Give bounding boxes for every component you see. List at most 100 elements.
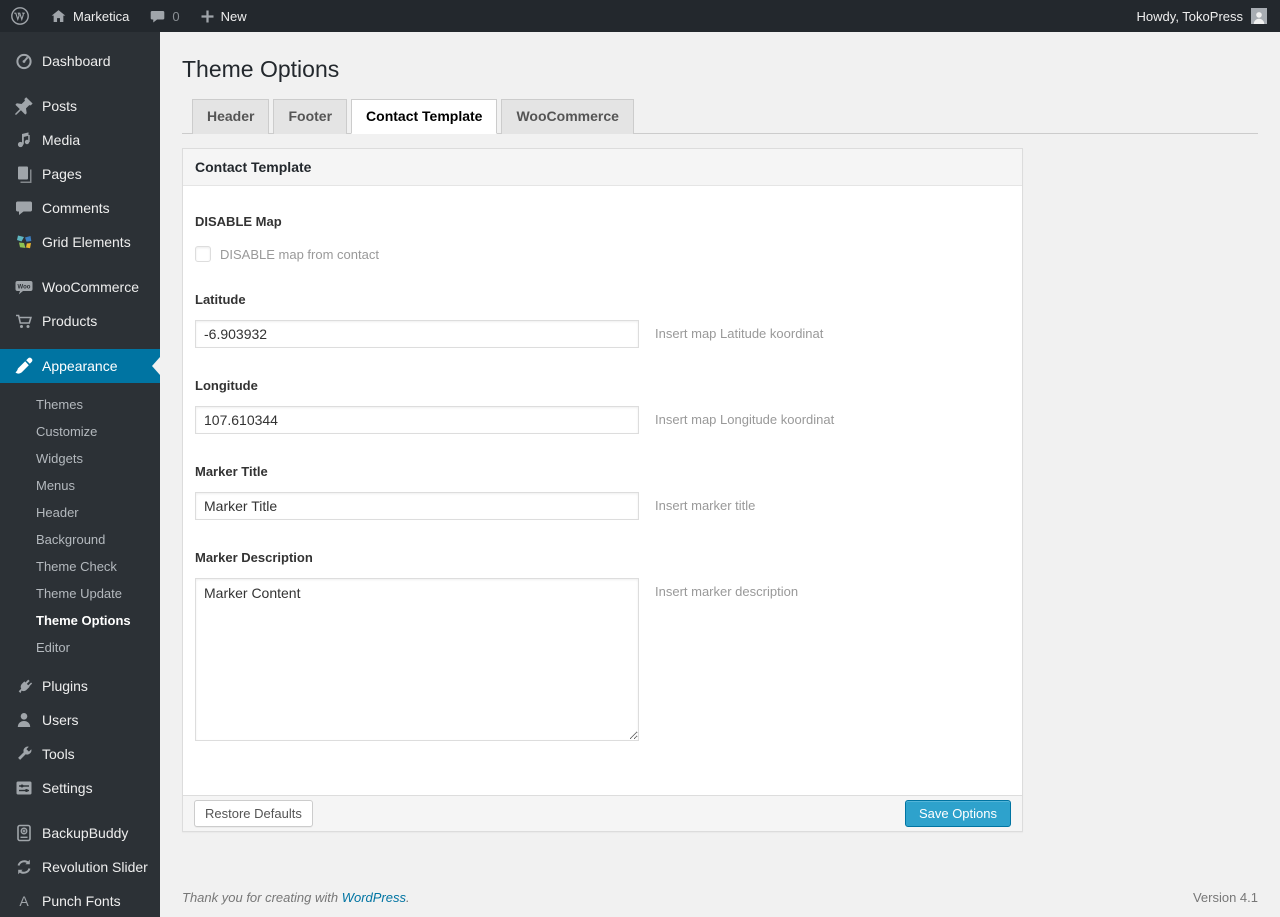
restore-defaults-button[interactable]: Restore Defaults bbox=[194, 799, 313, 827]
appearance-submenu: Themes Customize Widgets Menus Header Ba… bbox=[0, 383, 160, 669]
disable-map-label: DISABLE Map bbox=[195, 214, 282, 229]
longitude-hint: Insert map Longitude koordinat bbox=[655, 412, 835, 427]
wrench-icon bbox=[14, 744, 34, 764]
submenu-item-theme-check[interactable]: Theme Check bbox=[0, 553, 160, 580]
submenu-item-editor[interactable]: Editor bbox=[0, 634, 160, 661]
marker-title-label: Marker Title bbox=[195, 464, 268, 479]
save-options-button[interactable]: Save Options bbox=[904, 799, 1011, 827]
sidebar-item-pages[interactable]: Pages bbox=[0, 157, 160, 191]
latitude-input[interactable] bbox=[195, 320, 639, 348]
sidebar-item-dashboard[interactable]: Dashboard bbox=[0, 44, 160, 78]
sidebar-item-label: Revolution Slider bbox=[42, 859, 148, 875]
sidebar-item-tools[interactable]: Tools bbox=[0, 737, 160, 771]
backupbuddy-icon bbox=[14, 823, 34, 843]
sidebar-item-label: Plugins bbox=[42, 678, 88, 694]
sidebar-item-label: Users bbox=[42, 712, 79, 728]
contact-template-panel: Contact Template DISABLE Map DISABLE map… bbox=[182, 148, 1023, 832]
tab-woocommerce[interactable]: WooCommerce bbox=[501, 99, 634, 134]
wordpress-logo[interactable] bbox=[0, 0, 40, 32]
dashboard-icon bbox=[14, 51, 34, 71]
longitude-input[interactable] bbox=[195, 406, 639, 434]
version-text: Version 4.1 bbox=[1192, 890, 1258, 905]
sidebar-item-products[interactable]: Products bbox=[0, 304, 160, 338]
submenu-item-customize[interactable]: Customize bbox=[0, 418, 160, 445]
submenu-item-menus[interactable]: Menus bbox=[0, 472, 160, 499]
disable-map-checkbox[interactable] bbox=[195, 246, 211, 262]
panel-body: DISABLE Map DISABLE map from contact Lat… bbox=[183, 186, 1022, 795]
site-menu[interactable]: Marketica bbox=[40, 0, 139, 32]
marker-title-section: Marker Title Insert marker title bbox=[195, 464, 1010, 520]
home-icon bbox=[51, 9, 66, 22]
settings-icon bbox=[14, 778, 34, 798]
marker-description-section: Marker Description Marker Content Insert… bbox=[195, 550, 1010, 741]
sidebar-item-revolution-slider[interactable]: Revolution Slider bbox=[0, 850, 160, 884]
submenu-item-background[interactable]: Background bbox=[0, 526, 160, 553]
latitude-hint: Insert map Latitude koordinat bbox=[655, 326, 824, 341]
marker-title-input[interactable] bbox=[195, 492, 639, 520]
comment-bubble-icon bbox=[151, 10, 165, 22]
avatar bbox=[1251, 8, 1267, 24]
marker-description-label: Marker Description bbox=[195, 550, 313, 565]
submenu-item-theme-options[interactable]: Theme Options bbox=[0, 607, 160, 634]
grid-elements-icon bbox=[14, 232, 34, 252]
pages-icon bbox=[14, 164, 34, 184]
submenu-item-themes[interactable]: Themes bbox=[0, 391, 160, 418]
sidebar-item-users[interactable]: Users bbox=[0, 703, 160, 737]
pushpin-icon bbox=[14, 96, 34, 116]
sidebar-item-posts[interactable]: Posts bbox=[0, 89, 160, 123]
tab-header[interactable]: Header bbox=[192, 99, 270, 134]
comment-count: 0 bbox=[172, 8, 180, 24]
sidebar-item-media[interactable]: Media bbox=[0, 123, 160, 157]
panel-footer: Restore Defaults Save Options bbox=[183, 795, 1022, 831]
account-menu[interactable]: Howdy, TokoPress bbox=[1137, 0, 1280, 32]
disable-map-checkbox-label[interactable]: DISABLE map from contact bbox=[220, 247, 379, 262]
svg-text:A: A bbox=[19, 893, 29, 909]
comments-shortcut[interactable]: 0 bbox=[139, 0, 189, 32]
sidebar: Dashboard Posts Media Pages Comments Gri… bbox=[0, 32, 160, 917]
sidebar-item-label: Products bbox=[42, 313, 98, 329]
new-label: New bbox=[220, 8, 247, 24]
sidebar-item-label: Comments bbox=[42, 200, 110, 216]
refresh-arrows-icon bbox=[14, 857, 34, 877]
sidebar-item-label: WooCommerce bbox=[42, 279, 139, 295]
submenu-item-header[interactable]: Header bbox=[0, 499, 160, 526]
site-name: Marketica bbox=[73, 8, 130, 24]
tab-contact-template[interactable]: Contact Template bbox=[351, 99, 498, 134]
tab-bar: Header Footer Contact Template WooCommer… bbox=[182, 99, 1258, 134]
letter-a-icon: A bbox=[14, 891, 34, 911]
submenu-item-theme-update[interactable]: Theme Update bbox=[0, 580, 160, 607]
svg-text:Woo: Woo bbox=[18, 284, 31, 290]
plus-icon bbox=[201, 10, 214, 22]
sidebar-item-label: Tools bbox=[42, 746, 75, 762]
media-icon bbox=[14, 130, 34, 150]
wordpress-link[interactable]: WordPress bbox=[342, 890, 406, 905]
latitude-section: Latitude Insert map Latitude koordinat bbox=[195, 292, 1010, 348]
tab-footer[interactable]: Footer bbox=[273, 99, 348, 134]
thanks-suffix: . bbox=[406, 890, 410, 905]
sidebar-item-woocommerce[interactable]: Woo WooCommerce bbox=[0, 270, 160, 304]
howdy-text: Howdy, TokoPress bbox=[1136, 8, 1243, 24]
sidebar-item-settings[interactable]: Settings bbox=[0, 771, 160, 805]
wordpress-icon bbox=[11, 7, 29, 25]
admin-bar: Marketica 0 New Howdy, TokoPress bbox=[0, 0, 1280, 32]
sidebar-item-backupbuddy[interactable]: BackupBuddy bbox=[0, 816, 160, 850]
marker-description-textarea[interactable]: Marker Content bbox=[195, 578, 639, 741]
woocommerce-icon: Woo bbox=[14, 277, 34, 297]
latitude-label: Latitude bbox=[195, 292, 246, 307]
sidebar-item-punch-fonts[interactable]: A Punch Fonts bbox=[0, 884, 160, 917]
new-content-button[interactable]: New bbox=[190, 0, 257, 32]
main-content: Theme Options Header Footer Contact Temp… bbox=[160, 32, 1280, 917]
person-icon bbox=[1253, 12, 1265, 24]
sidebar-item-label: Dashboard bbox=[42, 53, 111, 69]
sidebar-item-comments[interactable]: Comments bbox=[0, 191, 160, 225]
panel-title: Contact Template bbox=[183, 149, 1022, 186]
sidebar-item-appearance[interactable]: Appearance bbox=[0, 349, 160, 383]
submenu-item-widgets[interactable]: Widgets bbox=[0, 445, 160, 472]
sidebar-item-plugins[interactable]: Plugins bbox=[0, 669, 160, 703]
sidebar-item-label: Posts bbox=[42, 98, 78, 114]
sidebar-item-label: Pages bbox=[42, 166, 82, 182]
sidebar-item-grid-elements[interactable]: Grid Elements bbox=[0, 225, 160, 259]
thanks-prefix: Thank you for creating with bbox=[182, 890, 342, 905]
active-menu-arrow bbox=[152, 357, 160, 375]
speech-bubble-icon bbox=[14, 198, 34, 218]
